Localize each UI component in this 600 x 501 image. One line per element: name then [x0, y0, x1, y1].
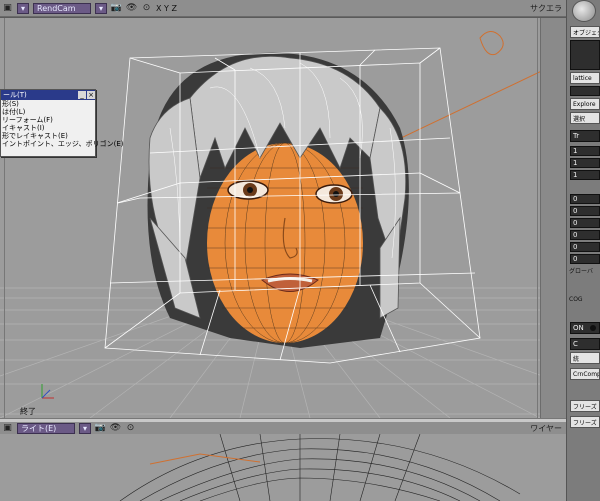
viewport2-mode-label[interactable]: ワイヤー: [530, 423, 562, 434]
value-1: 1: [573, 147, 578, 155]
secondary-viewport[interactable]: [0, 434, 566, 501]
value-field-6[interactable]: 0: [570, 218, 600, 228]
viewport-menu-icon[interactable]: ▣: [2, 3, 13, 14]
value-9: 0: [573, 255, 578, 263]
value-field-4[interactable]: 0: [570, 194, 600, 204]
value-field-2[interactable]: 1: [570, 158, 600, 168]
cog-label[interactable]: COG: [569, 296, 583, 303]
viewport-options-button[interactable]: ▾: [17, 2, 30, 14]
value-3: 1: [573, 171, 578, 179]
explore-button[interactable]: Explore: [570, 98, 600, 110]
camera-chevron-button[interactable]: ▾: [95, 2, 108, 14]
viewport-status: 終了: [20, 407, 36, 416]
value-field-3[interactable]: 1: [570, 170, 600, 180]
viewport2-menu-icon[interactable]: ▣: [2, 423, 13, 434]
tool-menu-title: ール(T): [3, 91, 27, 99]
on-button-label: ON: [573, 324, 584, 332]
freeze-button[interactable]: フリーズ: [570, 400, 600, 412]
camera-icon[interactable]: 📷: [111, 3, 122, 14]
close-icon[interactable]: ×: [87, 91, 95, 99]
viewport-toolbar-top: ▣ ▾ RendCam ▾ 📷 👁 ⊙ X Y Z サクエラ: [0, 0, 566, 17]
menu-item-attach[interactable]: は付(L): [1, 108, 95, 116]
toggle-dot-icon[interactable]: [590, 325, 596, 331]
panel-dark-area: [570, 40, 600, 70]
value-field-5[interactable]: 0: [570, 206, 600, 216]
value-field-8[interactable]: 0: [570, 242, 600, 252]
viewport-side-strip: [540, 18, 566, 418]
menu-item-shape[interactable]: 形(S): [1, 100, 95, 108]
crncomp-button[interactable]: CrnComp: [570, 368, 600, 380]
value-5: 0: [573, 207, 578, 215]
menu-item-raycast[interactable]: イキャスト(I): [1, 124, 95, 132]
global-label: グローバ: [569, 268, 593, 275]
value-8: 0: [573, 243, 578, 251]
menu-item-freeform[interactable]: リーフォーム(F): [1, 116, 95, 124]
value-2: 1: [573, 159, 578, 167]
c-header-label: C: [573, 340, 578, 348]
value-7: 0: [573, 231, 578, 239]
lock-icon[interactable]: ⊙: [141, 3, 152, 14]
menu-item-point-edge-polygon[interactable]: イントポイント、エッジ、ポリゴン(E): [1, 140, 124, 148]
panel-dark-bar: [570, 86, 600, 96]
secondary-scene-render: [119, 434, 521, 501]
main-menu-orb-icon[interactable]: [572, 0, 596, 22]
lattice-name-field[interactable]: lattice: [570, 72, 600, 84]
viewport-frame: [4, 18, 538, 418]
camera2-icon[interactable]: 📷: [95, 423, 106, 434]
value-4: 0: [573, 195, 578, 203]
tool-context-menu: ール(T) _ × 形(S) は付(L) リーフォーム(F) イキャスト(I) …: [0, 89, 124, 157]
light-dropdown[interactable]: ライト(E): [17, 422, 75, 434]
statistics-button[interactable]: 統: [570, 352, 600, 364]
minimize-icon[interactable]: _: [78, 91, 86, 99]
lock2-icon[interactable]: ⊙: [125, 423, 136, 434]
object-button[interactable]: オブジェクト: [570, 26, 600, 38]
axis-toggle[interactable]: X Y Z: [156, 4, 177, 13]
freeze-m-button[interactable]: フリーズ M: [570, 416, 600, 428]
light-dropdown-label: ライト(E): [21, 423, 57, 433]
eye2-icon[interactable]: 👁: [110, 423, 121, 434]
tool-menu-title-bar[interactable]: ール(T) _ ×: [1, 90, 95, 100]
value-field-1[interactable]: 1: [570, 146, 600, 156]
select-button[interactable]: 選択: [570, 112, 600, 124]
transform-header: Tr: [570, 130, 600, 142]
value-6: 0: [573, 219, 578, 227]
eye-icon[interactable]: 👁: [126, 3, 137, 14]
main-viewport[interactable]: [0, 18, 548, 418]
light-chevron-button[interactable]: ▾: [79, 422, 92, 434]
value-field-7[interactable]: 0: [570, 230, 600, 240]
camera-dropdown[interactable]: RendCam: [33, 2, 92, 14]
transform-header-label: Tr: [573, 132, 580, 140]
camera-dropdown-label: RendCam: [37, 3, 76, 13]
menu-item-shape-raycast[interactable]: 形でレイキャスト(E): [1, 132, 95, 140]
viewport-toolbar-bottom: ▣ ライト(E) ▾ 📷 👁 ⊙ ワイヤー: [0, 422, 566, 434]
value-field-9[interactable]: 0: [570, 254, 600, 264]
c-header: C: [570, 338, 600, 350]
viewport-mode-label[interactable]: サクエラ: [530, 3, 562, 14]
